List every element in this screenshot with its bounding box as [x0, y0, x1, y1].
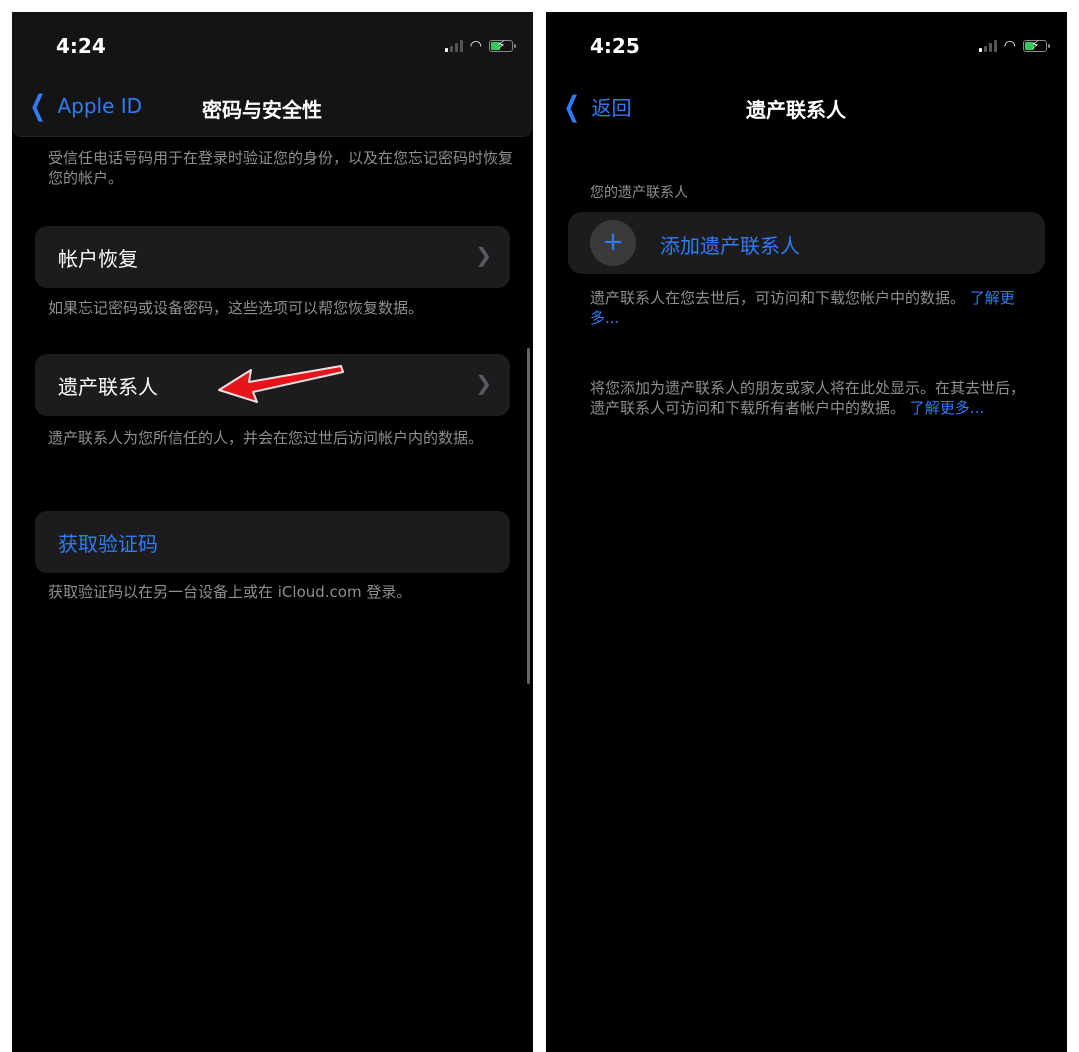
- status-icons: ◠ ⚡: [978, 38, 1050, 54]
- wifi-icon: ◠: [469, 38, 482, 54]
- verification-code-footer: 获取验证码以在另一台设备上或在 iCloud.com 登录。: [48, 583, 412, 601]
- status-time: 4:24: [56, 34, 106, 58]
- cell-label: 帐户恢复: [58, 247, 138, 271]
- legacy-contact-footer: 遗产联系人为您所信任的人，并会在您过世后访问帐户内的数据。: [48, 429, 484, 447]
- chevron-left-icon: ❮: [29, 89, 46, 122]
- signal-icon: [444, 40, 463, 52]
- back-button[interactable]: ❮ 返回: [560, 89, 632, 123]
- account-recovery-cell[interactable]: 帐户恢复 ❯: [35, 226, 510, 288]
- contacts-placeholder-footer: 将您添加为遗产联系人的朋友或家人将在此处显示。在其去世后，遗产联系人可访问和下载…: [590, 378, 1037, 418]
- status-time: 4:25: [590, 34, 640, 58]
- battery-charging-icon: ⚡: [489, 38, 516, 52]
- status-icons: ◠ ⚡: [444, 38, 516, 54]
- back-label: 返回: [591, 96, 632, 120]
- add-legacy-contact-label: 添加遗产联系人: [660, 234, 800, 258]
- chevron-left-icon: ❮: [563, 89, 580, 123]
- learn-more-link[interactable]: 了解更多...: [910, 399, 984, 417]
- back-button[interactable]: ❮ Apple ID: [26, 89, 143, 122]
- plus-icon: +: [590, 220, 636, 266]
- cell-label: 遗产联系人: [58, 375, 158, 399]
- add-legacy-contact-button[interactable]: + 添加遗产联系人: [568, 212, 1045, 274]
- right-screen: 4:25 ◠ ⚡ ❮ 返回 遗产联系人 您的遗产联系人 + 添加遗产联系人 遗产…: [546, 12, 1067, 1052]
- navigation-bar: ❮ Apple ID 密码与安全性: [12, 82, 533, 137]
- status-bar: 4:25 ◠ ⚡: [546, 12, 1067, 82]
- chevron-right-icon: ❯: [475, 243, 492, 267]
- scrollbar[interactable]: [527, 348, 530, 684]
- status-bar: 4:24 ◠ ⚡: [12, 12, 533, 82]
- wifi-icon: ◠: [1003, 38, 1016, 54]
- arrow-shape: [218, 365, 344, 403]
- navigation-bar: ❮ 返回 遗产联系人: [546, 82, 1067, 136]
- get-verification-code-cell[interactable]: 获取验证码: [35, 511, 510, 573]
- chevron-right-icon: ❯: [475, 371, 492, 395]
- signal-icon: [978, 40, 997, 52]
- footer-text: 遗产联系人在您去世后，可访问和下载您帐户中的数据。: [590, 289, 966, 307]
- page-title: 遗产联系人: [746, 98, 846, 122]
- red-arrow-annotation: [218, 365, 344, 403]
- battery-charging-icon: ⚡: [1023, 38, 1050, 52]
- left-screen: 4:24 ◠ ⚡ ❮ Apple ID 密码与安全性 受信任电话号码用于在登录时…: [12, 12, 533, 1052]
- cell-label: 获取验证码: [58, 532, 158, 556]
- account-recovery-footer: 如果忘记密码或设备密码，这些选项可以帮您恢复数据。: [48, 299, 424, 317]
- page-title: 密码与安全性: [202, 98, 322, 122]
- trusted-phone-footer: 受信任电话号码用于在登录时验证您的身份，以及在您忘记密码时恢复您的帐户。: [48, 149, 514, 187]
- back-label: Apple ID: [57, 94, 143, 118]
- section-header: 您的遗产联系人: [590, 185, 688, 201]
- legacy-info-footer: 遗产联系人在您去世后，可访问和下载您帐户中的数据。 了解更多...: [590, 288, 1037, 328]
